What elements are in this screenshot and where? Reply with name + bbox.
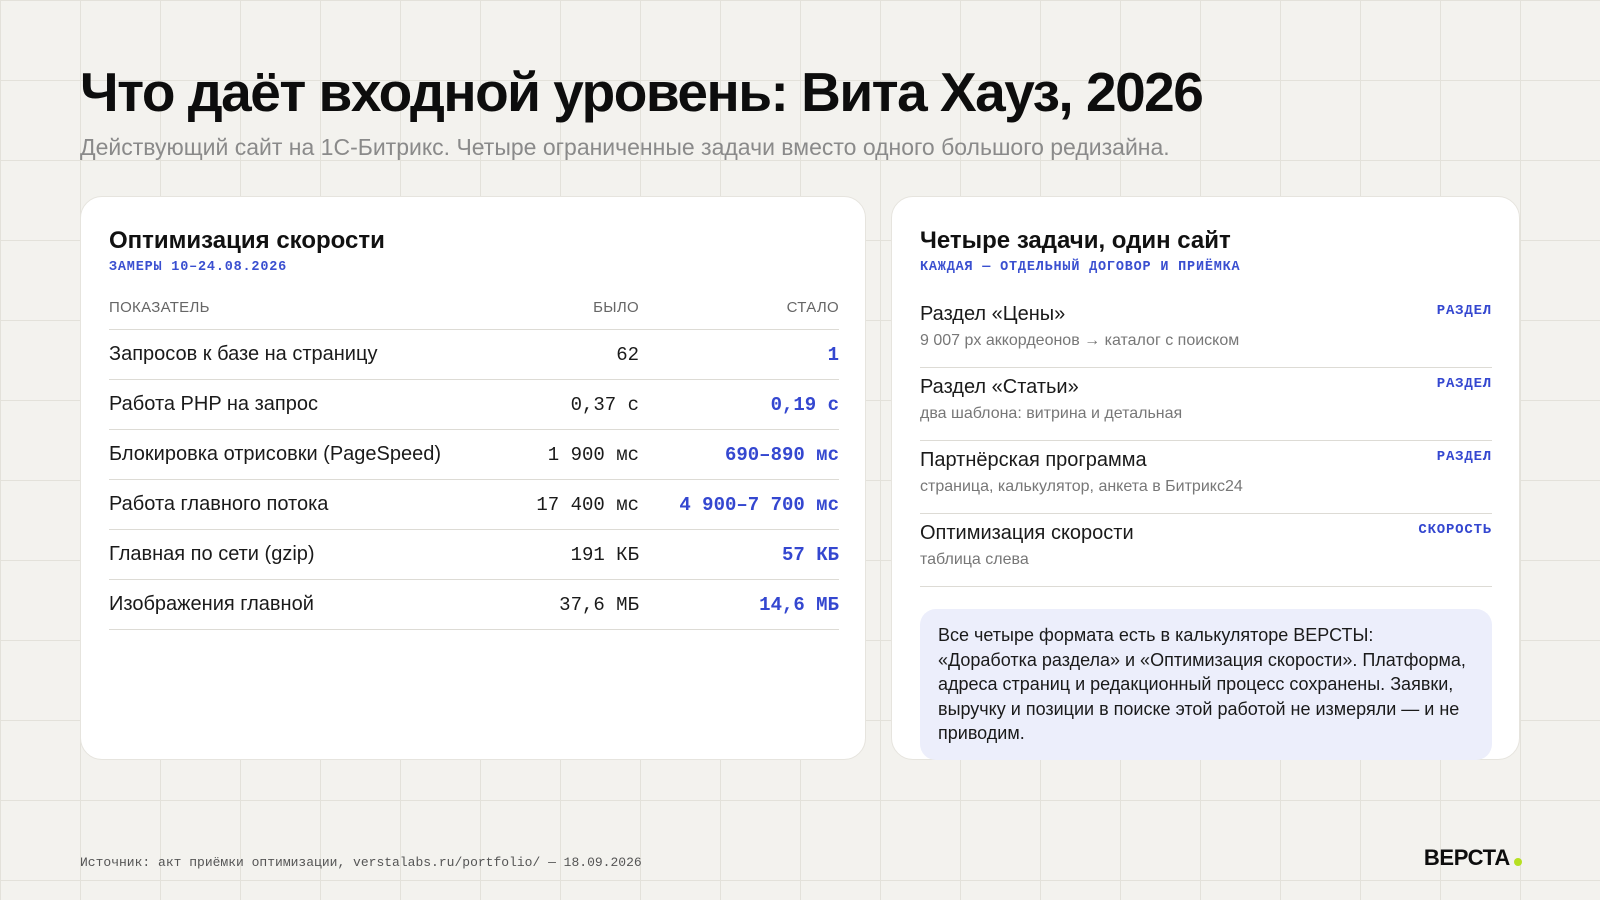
logo-text: ВЕРСТА — [1423, 845, 1510, 870]
table-header-row: ПОКАЗАТЕЛЬ БЫЛО СТАЛО — [109, 285, 839, 330]
source-footnote: Источник: акт приёмки оптимизации, verst… — [80, 855, 642, 870]
list-item: Партнёрская программа страница, калькуля… — [920, 441, 1492, 514]
metric-before: 191 КБ — [529, 529, 639, 580]
table-row: Главная по сети (gzip) 191 КБ 57 КБ — [109, 529, 839, 580]
column-header-before: БЫЛО — [529, 285, 639, 330]
list-item: Оптимизация скорости таблица слева СКОРО… — [920, 514, 1492, 587]
task-description: таблица слева — [920, 551, 1029, 568]
tasks-card: Четыре задачи, один сайт КАЖДАЯ — ОТДЕЛЬ… — [891, 196, 1520, 760]
table-row: Работа главного потока 17 400 мс 4 900–7… — [109, 479, 839, 530]
list-item: Раздел «Статьи» два шаблона: витрина и д… — [920, 368, 1492, 441]
table-row: Изображения главной 37,6 МБ 14,6 МБ — [109, 579, 839, 630]
logo-dot-icon — [1514, 858, 1522, 866]
task-name: Оптимизация скорости — [920, 522, 1134, 544]
task-list: Раздел «Цены» 9 007 px аккордеонов → кат… — [920, 295, 1492, 587]
logo: ВЕРСТА — [1424, 845, 1522, 871]
tasks-card-tag: КАЖДАЯ — ОТДЕЛЬНЫЙ ДОГОВОР И ПРИЁМКА — [920, 260, 1241, 275]
speed-card-tag: ЗАМЕРЫ 10–24.08.2026 — [109, 260, 288, 275]
metric-after: 4 900–7 700 мс — [639, 479, 839, 530]
speed-card: Оптимизация скорости ЗАМЕРЫ 10–24.08.202… — [80, 196, 866, 760]
metric-name: Главная по сети (gzip) — [109, 529, 529, 580]
table-row: Блокировка отрисовки (PageSpeed) 1 900 м… — [109, 429, 839, 480]
metric-before: 17 400 мс — [529, 479, 639, 530]
page-title: Что даёт входной уровень: Вита Хауз, 202… — [80, 61, 1204, 123]
metric-name: Изображения главной — [109, 579, 529, 630]
task-description: два шаблона: витрина и детальная — [920, 405, 1183, 422]
metric-name: Запросов к базе на страницу — [109, 329, 529, 380]
task-badge: РАЗДЕЛ — [1436, 303, 1492, 319]
metric-name: Работа главного потока — [109, 479, 529, 530]
metric-before: 0,37 с — [529, 379, 639, 430]
task-description: 9 007 px аккордеонов → каталог с поиском — [920, 332, 1240, 349]
metric-before: 62 — [529, 329, 639, 380]
task-name: Раздел «Статьи» — [920, 376, 1079, 398]
task-badge: РАЗДЕЛ — [1436, 376, 1492, 392]
metric-before: 1 900 мс — [529, 429, 639, 480]
speed-card-title: Оптимизация скорости — [109, 227, 385, 254]
task-name: Партнёрская программа — [920, 449, 1147, 471]
metric-before: 37,6 МБ — [529, 579, 639, 630]
list-item: Раздел «Цены» 9 007 px аккордеонов → кат… — [920, 295, 1492, 368]
tasks-card-title: Четыре задачи, один сайт — [920, 227, 1231, 254]
task-name: Раздел «Цены» — [920, 303, 1066, 325]
page-subtitle: Действующий сайт на 1С-Битрикс. Четыре о… — [80, 134, 1170, 160]
metric-name: Блокировка отрисовки (PageSpeed) — [109, 429, 529, 480]
metric-after: 0,19 с — [639, 379, 839, 430]
table-row: Работа PHP на запрос 0,37 с 0,19 с — [109, 379, 839, 430]
metric-after: 57 КБ — [639, 529, 839, 580]
task-badge: СКОРОСТЬ — [1418, 522, 1492, 538]
task-badge: РАЗДЕЛ — [1436, 449, 1492, 465]
metric-after: 14,6 МБ — [639, 579, 839, 630]
metric-name: Работа PHP на запрос — [109, 379, 529, 430]
table-row: Запросов к базе на страницу 62 1 — [109, 329, 839, 380]
task-description: страница, калькулятор, анкета в Битрикс2… — [920, 478, 1243, 495]
metric-after: 690–890 мс — [639, 429, 839, 480]
column-header-after: СТАЛО — [639, 285, 839, 330]
note-callout: Все четыре формата есть в калькуляторе В… — [920, 609, 1492, 760]
column-header-metric: ПОКАЗАТЕЛЬ — [109, 285, 529, 330]
metric-after: 1 — [639, 329, 839, 380]
speed-table: ПОКАЗАТЕЛЬ БЫЛО СТАЛО Запросов к базе на… — [109, 285, 839, 630]
